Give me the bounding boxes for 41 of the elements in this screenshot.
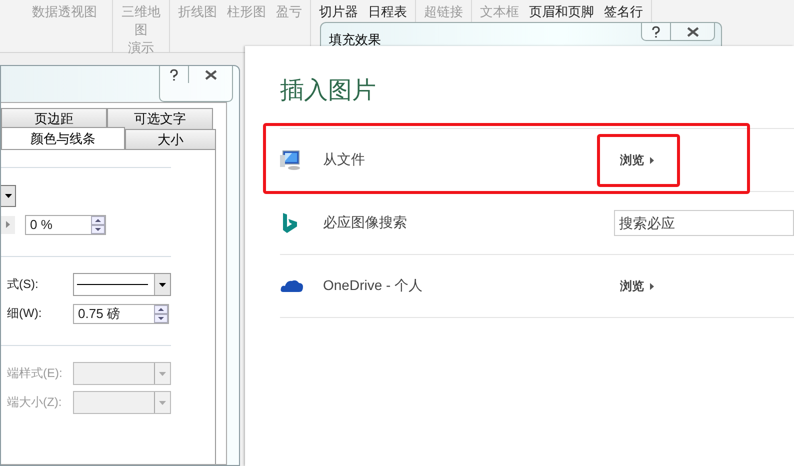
source-label: 必应图像搜索 — [323, 214, 408, 232]
dropdown[interactable] — [73, 273, 171, 296]
line-preview — [77, 284, 148, 285]
field-label: 式(S): — [7, 276, 40, 293]
question-icon — [169, 68, 179, 80]
ribbon-command[interactable]: 签名行 — [604, 3, 643, 21]
tab[interactable]: 大小 — [124, 129, 216, 150]
search-field[interactable]: 搜索必应 — [614, 210, 794, 236]
question-icon — [651, 26, 661, 38]
arrow-icon — [6, 221, 10, 228]
spin-field[interactable]: 0.75 磅 — [73, 304, 169, 324]
tab[interactable]: 页边距 — [1, 108, 107, 129]
field-value: 0 % — [30, 217, 52, 232]
caret-icon — [650, 156, 654, 164]
ribbon-command[interactable]: 页眉和页脚 — [529, 3, 594, 21]
ribbon-command[interactable]: 日程表 — [368, 3, 407, 21]
spinner-arrows-icon[interactable] — [154, 304, 168, 322]
ribbon-command[interactable]: 切片器 — [319, 3, 358, 21]
caret-icon — [4, 194, 12, 198]
tab[interactable]: 颜色与线条 — [1, 127, 125, 150]
field-label: 端样式(E): — [7, 365, 64, 382]
close-icon — [686, 26, 698, 36]
tab[interactable]: 可选文字 — [107, 108, 213, 129]
browse-button[interactable]: 浏览 — [620, 274, 654, 298]
caret-icon — [159, 400, 166, 404]
field-label: 端大小(Z): — [7, 394, 63, 411]
group-label: 演示 — [127, 39, 155, 58]
dialog-title: 填充效果 — [328, 31, 382, 49]
browse-button[interactable]: 浏览 — [620, 148, 654, 172]
field-label: 细(W): — [7, 305, 43, 322]
panel-title: 插入图片 — [279, 75, 377, 106]
caret-icon — [650, 282, 654, 290]
close-icon — [204, 70, 216, 80]
field-value: 0.75 磅 — [78, 304, 120, 322]
caret-icon — [159, 372, 166, 376]
source-label: OneDrive - 个人 — [323, 277, 424, 295]
spin-field[interactable]: 0 % — [25, 214, 106, 234]
spinner-arrows-icon[interactable] — [91, 216, 105, 234]
caret-icon — [159, 282, 166, 286]
dropdown-button[interactable] — [1, 184, 16, 206]
source-label: 从文件 — [323, 151, 366, 169]
